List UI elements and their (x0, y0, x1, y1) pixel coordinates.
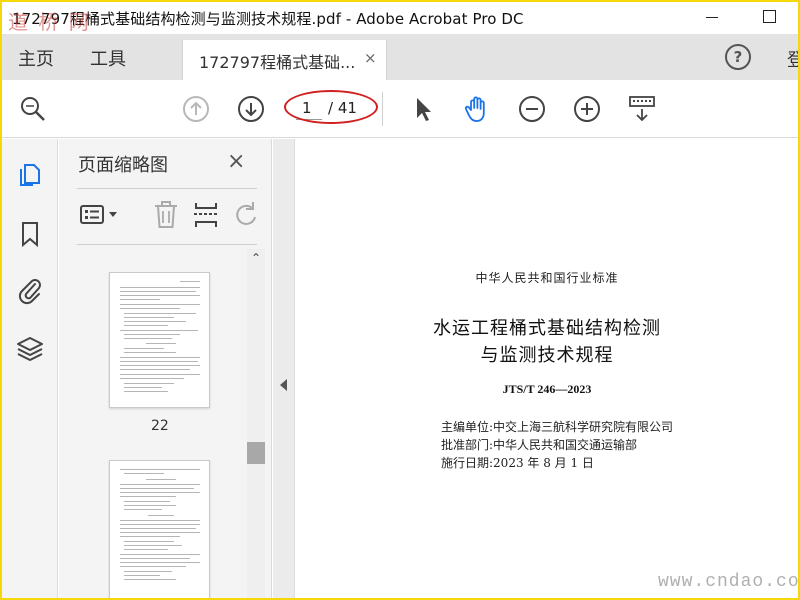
layers-icon[interactable] (15, 334, 45, 364)
attachment-icon[interactable] (15, 275, 45, 305)
page-thumbnail[interactable] (109, 272, 210, 408)
minimize-button[interactable] (692, 2, 732, 32)
rotate-page-icon[interactable] (231, 199, 261, 231)
insert-page-icon[interactable] (191, 199, 221, 231)
doc-title-line-2: 与监测技术规程 (480, 345, 614, 366)
app-window: 172797程桶式基础结构检测与监测技术规程.pdf - Adobe Acrob… (2, 2, 798, 598)
watermark-logo: 道 桥 网 (8, 10, 91, 34)
document-page[interactable]: 中华人民共和国行业标准 水运工程桶式基础结构检测 与监测技术规程 JTS/T 2… (296, 139, 798, 598)
keyboard-scroll-icon[interactable] (627, 94, 657, 124)
zoom-out-icon[interactable] (517, 94, 547, 124)
zoom-search-icon[interactable] (18, 94, 48, 124)
left-nav-rail (2, 139, 58, 598)
title-bar: 172797程桶式基础结构检测与监测技术规程.pdf - Adobe Acrob… (2, 2, 798, 32)
tab-home[interactable]: 主页 (18, 45, 54, 71)
thumbnail-page-number: 22 (151, 418, 169, 434)
toolbar-divider (382, 92, 383, 126)
panel-toolbar (75, 199, 261, 235)
scroll-up-icon[interactable]: ⌃ (247, 251, 265, 269)
bookmark-icon[interactable] (15, 219, 45, 249)
tab-document-label: 172797程桶式基础... (199, 53, 356, 72)
hand-tool-icon[interactable] (462, 94, 492, 124)
page-thumbnails-icon[interactable] (15, 159, 45, 189)
annotation-red-oval (284, 90, 378, 124)
zoom-in-icon[interactable] (572, 94, 602, 124)
help-icon[interactable]: ? (725, 44, 751, 70)
main-toolbar: 1 / 41 (2, 80, 798, 138)
signin-button[interactable]: 登 (787, 46, 798, 72)
panel-title: 页面缩略图 (78, 155, 168, 176)
select-cursor-icon[interactable] (408, 94, 438, 124)
tab-close-icon[interactable]: × (364, 49, 377, 67)
collapse-arrow-icon[interactable] (280, 379, 287, 391)
page-thumbnail[interactable] (109, 460, 210, 598)
doc-chief-unit: 主编单位:中交上海三航科学研究院有限公司 (441, 420, 674, 434)
doc-approver: 批准部门:中华人民共和国交通运输部 (441, 438, 638, 452)
doc-standard-line: 中华人民共和国行业标准 (475, 271, 619, 285)
previous-page-icon[interactable] (181, 94, 211, 124)
next-page-icon[interactable] (236, 94, 266, 124)
doc-standard-code: JTS/T 246—2023 (502, 382, 592, 396)
thumbnail-panel: 页面缩略图 × 22 ⌃ (59, 139, 272, 598)
watermark-site: www.cndao.com (658, 572, 798, 592)
panel-collapse-strip[interactable] (273, 139, 295, 598)
panel-close-icon[interactable]: × (227, 149, 245, 174)
maximize-button[interactable] (750, 2, 790, 32)
thumbnail-options-icon[interactable] (77, 199, 123, 231)
delete-page-icon[interactable] (151, 199, 181, 231)
scrollbar-thumb[interactable] (247, 442, 265, 464)
doc-effective-date: 施行日期:2023 年 8 月 1 日 (441, 456, 594, 470)
thumbnail-scrollbar[interactable]: ⌃ (247, 249, 265, 598)
tab-bar: 主页 工具 172797程桶式基础... × ? 登 (2, 34, 798, 80)
panel-divider (77, 188, 257, 189)
tab-document[interactable]: 172797程桶式基础... × (182, 40, 387, 80)
panel-divider (77, 244, 257, 245)
doc-title-line-1: 水运工程桶式基础结构检测 (433, 318, 661, 339)
tab-tools[interactable]: 工具 (90, 45, 126, 71)
